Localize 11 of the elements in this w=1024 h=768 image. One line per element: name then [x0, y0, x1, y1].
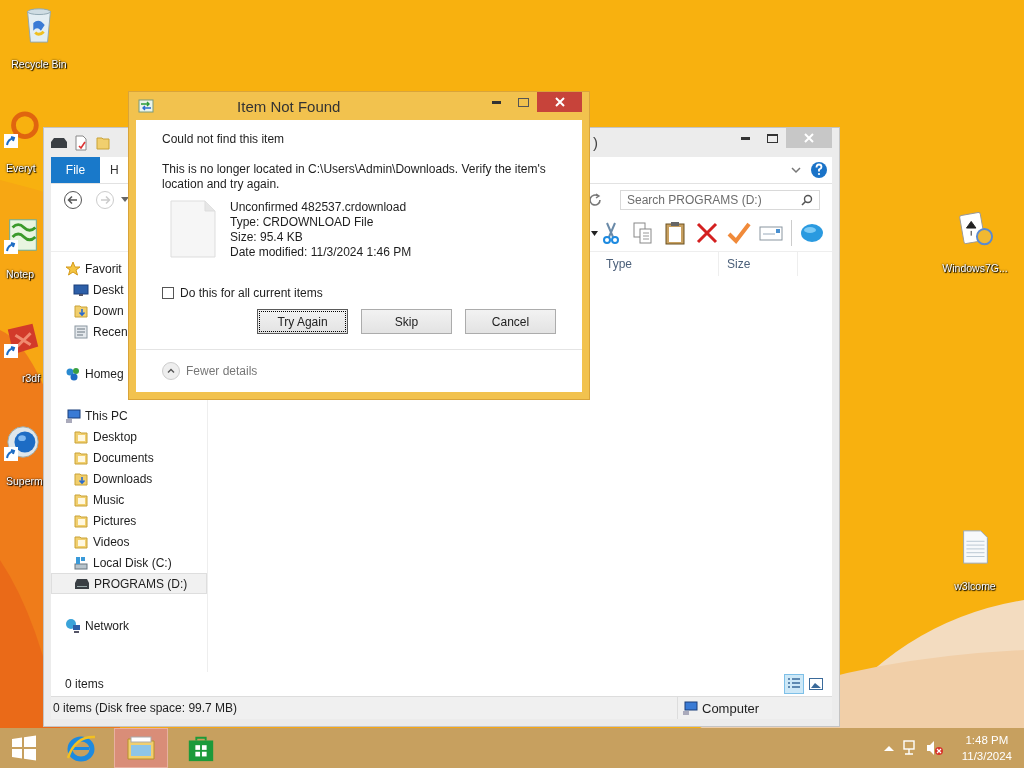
status-text: 0 items (Disk free space: 99.7 MB) [53, 701, 239, 715]
status-location: Computer [702, 700, 760, 716]
item-count: 0 items [65, 677, 104, 691]
file-detail: Unconfirmed 482537.crdownload [230, 200, 408, 215]
file-detail: Size: 95.4 KB [230, 230, 304, 245]
window-title: ) [593, 134, 598, 151]
dialog-message: This is no longer located in C:\Users\Admin\Downloads. Verify the item's location and try again. [162, 162, 547, 192]
file-detail: Date modified: 11/3/2024 1:46 PM [230, 245, 412, 260]
file-detail: Type: CRDOWNLOAD File [230, 215, 375, 230]
dialog-heading: Could not find this item [162, 132, 286, 146]
dialog-title: Item Not Found [236, 97, 342, 115]
